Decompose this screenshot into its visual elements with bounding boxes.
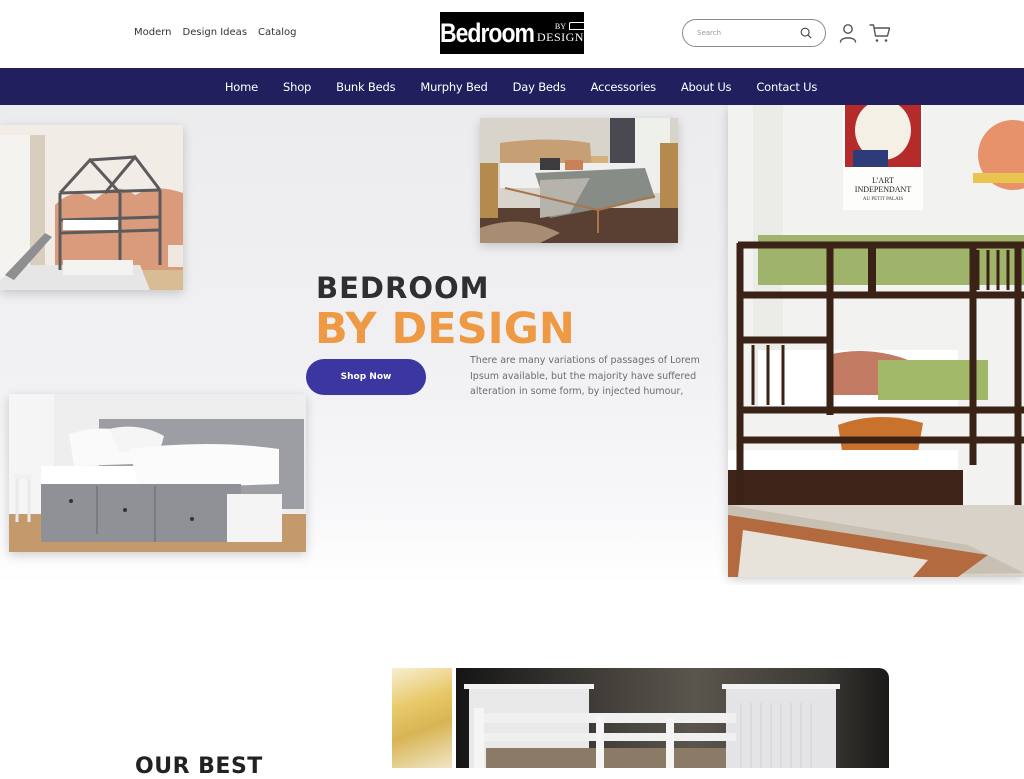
bed-icon (568, 22, 591, 30)
daybed-illustration (9, 394, 306, 552)
nav-item-bunk-beds[interactable]: Bunk Beds (324, 80, 408, 94)
nav-item-shop[interactable]: Shop (271, 80, 324, 94)
logo-text-by: BY (554, 22, 591, 31)
search-input[interactable] (697, 29, 799, 37)
hero-title-line1: BEDROOM (316, 271, 490, 305)
logo-sub: BY DESIGN (536, 22, 591, 44)
section-title-our-best: OUR BEST (135, 754, 263, 779)
hero-image-daybed[interactable] (9, 394, 306, 552)
nav-items: Home Shop Bunk Beds Murphy Bed Day Beds … (212, 80, 829, 94)
nav-item-day-beds[interactable]: Day Beds (500, 80, 578, 94)
top-link-modern[interactable]: Modern (134, 27, 172, 38)
hero-image-loft-bunk-bed[interactable] (0, 125, 183, 290)
nav-item-contact-us[interactable]: Contact Us (744, 80, 830, 94)
hero-image-wooden-bed[interactable] (480, 118, 678, 243)
search-box (682, 19, 826, 47)
search-icon[interactable] (799, 26, 813, 40)
logo-text-bedroom: Bedroom (440, 17, 535, 48)
featured-image-tree[interactable] (392, 668, 452, 768)
nav-item-home[interactable]: Home (212, 80, 270, 94)
hero-description: There are many variations of passages of… (470, 355, 700, 397)
hero-section: L'ART INDEPENDANT AU PETIT PALAIS BEDROO… (0, 105, 1024, 585)
cart-icon[interactable] (868, 22, 892, 44)
shop-now-button[interactable]: Shop Now (306, 359, 426, 395)
nav-item-murphy-bed[interactable]: Murphy Bed (408, 80, 500, 94)
user-icon[interactable] (838, 22, 858, 44)
hero-title-line2: BY DESIGN (315, 304, 575, 354)
poster-text-3: AU PETIT PALAIS (863, 197, 904, 202)
logo-by-label: BY (554, 22, 567, 31)
poster-text-1: L'ART (872, 176, 894, 185)
main-nav: Home Shop Bunk Beds Murphy Bed Day Beds … (0, 68, 1024, 105)
loft-bunk-bed-illustration (0, 125, 183, 290)
top-link-design-ideas[interactable]: Design Ideas (183, 27, 248, 38)
nav-item-about-us[interactable]: About Us (668, 80, 743, 94)
nav-item-accessories[interactable]: Accessories (578, 80, 668, 94)
hero-image-espresso-bunk-bed[interactable]: L'ART INDEPENDANT AU PETIT PALAIS (728, 105, 1024, 577)
site-header: Modern Design Ideas Catalog Bedroom BY D… (0, 0, 1024, 68)
white-bunk-bed-illustration (464, 684, 840, 768)
top-links: Modern Design Ideas Catalog (134, 27, 296, 38)
wooden-bed-illustration (480, 118, 678, 243)
logo-text-design: DESIGN (536, 30, 584, 44)
poster-text-2: INDEPENDANT (855, 185, 912, 194)
featured-image-white-bunk-bed[interactable] (456, 668, 889, 768)
espresso-bunk-bed-illustration: L'ART INDEPENDANT AU PETIT PALAIS (728, 105, 1024, 577)
top-link-catalog[interactable]: Catalog (258, 27, 296, 38)
site-logo[interactable]: Bedroom BY DESIGN (440, 12, 591, 54)
